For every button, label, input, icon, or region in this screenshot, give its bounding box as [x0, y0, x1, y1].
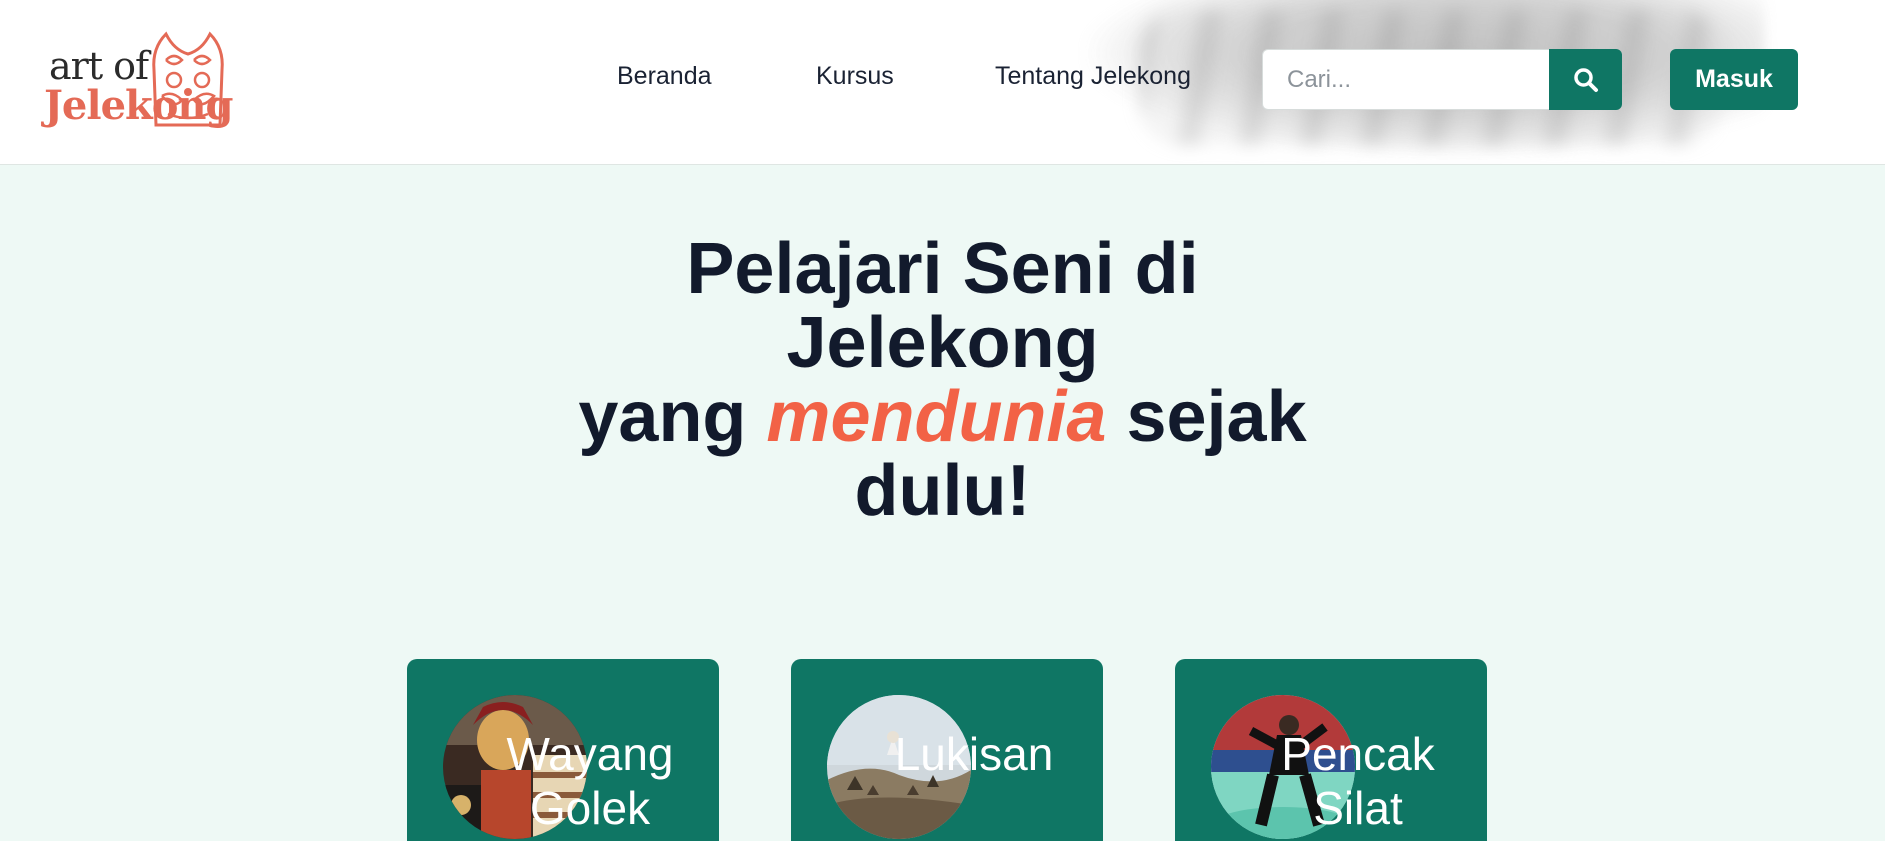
- course-card-pencak-silat[interactable]: Pencak Silat: [1175, 659, 1487, 841]
- search-icon: [1573, 67, 1598, 92]
- hero-accent-word: mendunia: [766, 377, 1107, 457]
- search-input[interactable]: [1262, 49, 1552, 110]
- search-button[interactable]: [1549, 49, 1622, 110]
- nav-item-kursus[interactable]: Kursus: [816, 62, 894, 91]
- nav-item-tentang-jelekong[interactable]: Tentang Jelekong: [995, 62, 1191, 91]
- hero-line-3-pre: yang: [578, 377, 767, 457]
- card-title: Wayang Golek: [506, 728, 674, 834]
- search-bar: [1262, 49, 1622, 110]
- hero-line-3-post: sejak: [1106, 377, 1307, 457]
- hero-heading: Pelajari Seni di Jelekong yang mendunia …: [0, 232, 1885, 528]
- hero-line-1: Pelajari Seni di: [686, 229, 1199, 309]
- site-logo[interactable]: art of Jelekong: [44, 30, 233, 135]
- nav-item-beranda[interactable]: Beranda: [617, 62, 712, 91]
- course-card-wayang-golek[interactable]: Wayang Golek: [407, 659, 719, 841]
- hero-line-2: Jelekong: [786, 303, 1099, 383]
- hero-line-4: dulu!: [854, 451, 1031, 531]
- card-title: Lukisan: [894, 728, 1054, 780]
- hero-line-3: yang mendunia sejak: [0, 380, 1885, 454]
- course-card-lukisan[interactable]: Lukisan: [791, 659, 1103, 841]
- card-title: Pencak Silat: [1281, 728, 1435, 834]
- wayang-mask-icon: [152, 31, 224, 127]
- site-header: art of Jelekong Beranda Kursus Tentang J…: [0, 0, 1885, 165]
- login-button[interactable]: Masuk: [1670, 49, 1798, 110]
